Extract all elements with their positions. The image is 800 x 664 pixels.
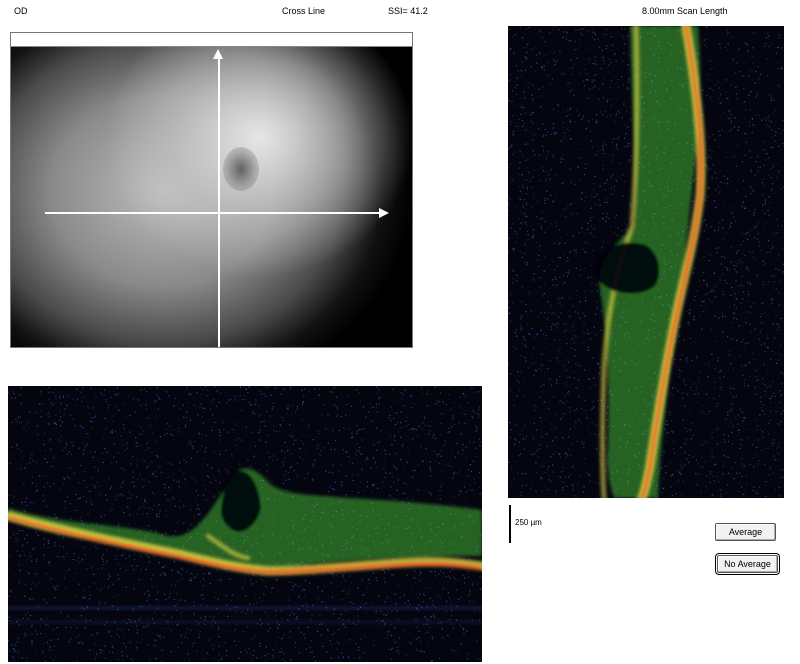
fundus-image-panel xyxy=(10,32,413,348)
horizontal-oct-scan xyxy=(8,386,482,662)
scale-bar-label: 250 µm xyxy=(515,518,542,527)
average-button[interactable]: Average xyxy=(715,523,776,541)
scan-pattern-label: Cross Line xyxy=(282,6,326,16)
eye-label: OD xyxy=(14,6,28,16)
arrow-up-icon xyxy=(213,49,223,59)
fundus-panel-header-bar xyxy=(11,33,412,47)
scale-bar xyxy=(509,505,511,543)
fundus-image xyxy=(11,47,412,347)
horizontal-oct-scan-image xyxy=(8,386,482,662)
arrow-right-icon xyxy=(379,208,389,218)
scan-length-label: 8.00mm Scan Length xyxy=(642,6,728,16)
no-average-button[interactable]: No Average xyxy=(715,553,780,575)
vertical-oct-scan xyxy=(508,26,784,498)
signal-strength-label: SSI= 41.2 xyxy=(388,6,428,16)
horizontal-scan-line[interactable] xyxy=(45,212,383,214)
fovea-spot xyxy=(223,147,259,191)
vertical-scan-line[interactable] xyxy=(218,53,220,347)
vertical-oct-scan-image xyxy=(508,26,784,498)
